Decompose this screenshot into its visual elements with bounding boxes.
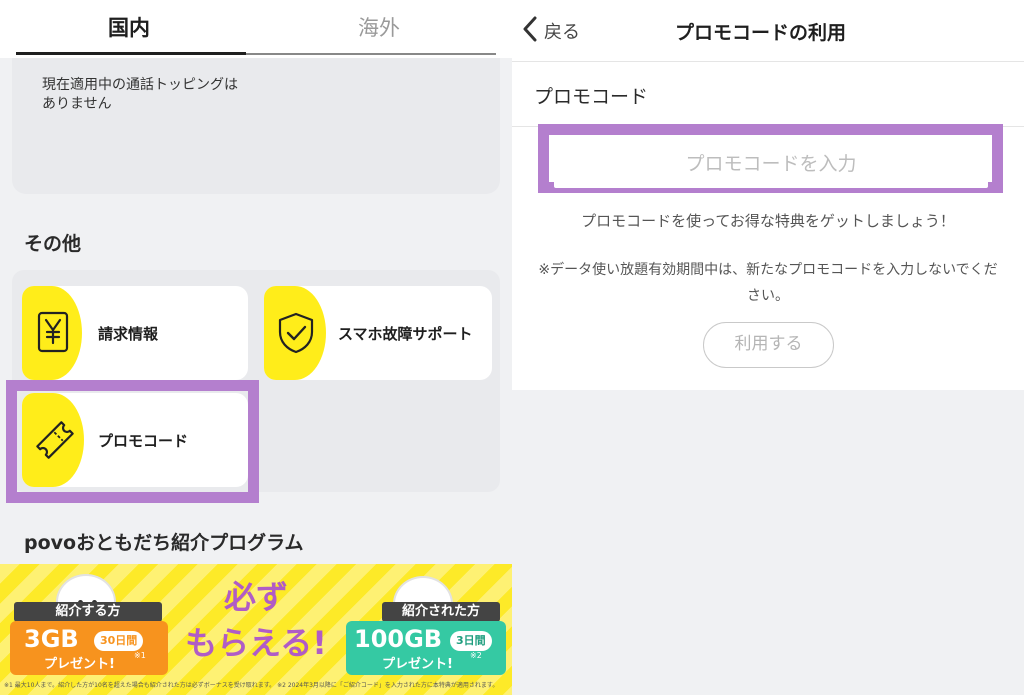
back-label: 戻る (544, 22, 580, 43)
tab-domestic[interactable]: 国内 (108, 12, 150, 42)
referrer-label: 紹介する方 (14, 602, 162, 622)
highlight-frame (6, 380, 259, 503)
chevron-left-icon (522, 16, 538, 46)
billing-info-label: 請求情報 (98, 325, 159, 343)
promo-code-input[interactable] (554, 139, 988, 188)
section-title-other: その他 (24, 233, 82, 255)
promo-form: プロモコード プロモコードを使ってお得な特典をゲットしましょう！ ※データ使い放… (512, 62, 1024, 390)
promo-code-heading: プロモコード (534, 86, 649, 108)
apply-button[interactable]: 利用する (703, 322, 834, 368)
device-support-label: スマホ故障サポート (338, 325, 473, 343)
page-title: プロモコードの利用 (675, 22, 847, 44)
referrer-gift: 3GB 30日間 プレゼント! ※1 (10, 621, 168, 675)
banner-headline-1: 必ず (223, 578, 288, 616)
billing-info-card[interactable]: 請求情報 (22, 286, 248, 380)
referee-label: 紹介された方 (382, 602, 500, 622)
shield-check-icon (276, 311, 316, 359)
referrer-present: プレゼント! (44, 657, 115, 672)
call-topping-card: 現在適用中の通話トッピングはありません (12, 58, 500, 194)
referrer-amount: 3GB (24, 625, 79, 653)
referee-note: ※2 (470, 651, 482, 660)
section-title-friend-referral: povoおともだち紹介プログラム (24, 532, 304, 554)
yen-invoice-icon (36, 310, 70, 358)
referee-amount: 100GB (354, 625, 443, 653)
referrer-days: 30日間 (94, 631, 144, 651)
home-panel: 国内 海外 現在適用中の通話トッピングはありません その他 請求情報 スマホ故障… (0, 0, 512, 695)
back-button[interactable]: 戻る (522, 16, 580, 46)
tab-overseas[interactable]: 海外 (358, 12, 400, 42)
promo-hint-text: プロモコードを使ってお得な特典をゲットしましょう！ (581, 212, 955, 230)
friend-referral-banner[interactable]: 紹介する方 3GB 30日間 プレゼント! ※1 必ず もらえる! 紹介された方… (0, 564, 512, 695)
tab-active-indicator (16, 52, 246, 55)
referrer-note: ※1 (134, 651, 146, 660)
referee-days: 3日間 (450, 631, 492, 651)
referee-gift: 100GB 3日間 プレゼント! ※2 (346, 621, 506, 675)
device-support-card[interactable]: スマホ故障サポート (264, 286, 492, 380)
tab-divider (246, 53, 496, 55)
promo-code-screen: 戻る プロモコードの利用 プロモコード プロモコードを使ってお得な特典をゲットし… (512, 0, 1024, 695)
tab-bar: 国内 海外 (0, 0, 512, 58)
topping-status-text: 現在適用中の通話トッピングはありません (42, 77, 238, 112)
promo-note-text: ※データ使い放題有効期間中は、新たなプロモコードを入力しないでください。 (538, 262, 998, 304)
referee-present: プレゼント! (382, 657, 453, 672)
nav-header: 戻る プロモコードの利用 (512, 0, 1024, 62)
banner-disclaimer: ※1 最大10人まで。紹介した方が10名を超えた場合も紹介された方は必ずボーナス… (4, 682, 499, 689)
banner-headline-2: もらえる! (185, 624, 327, 662)
